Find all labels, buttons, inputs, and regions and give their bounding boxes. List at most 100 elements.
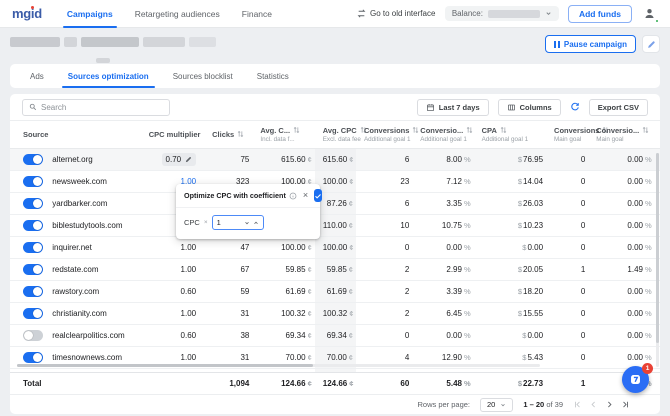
clicks-cell	[204, 368, 252, 372]
conversions-additional-cell: 0	[356, 324, 412, 346]
rows-per-page-select[interactable]: 20	[480, 398, 513, 412]
date-range-picker[interactable]: Last 7 days	[417, 99, 489, 116]
first-page-button[interactable]	[573, 400, 582, 409]
cpc-multiplier[interactable]: 1.00	[181, 309, 197, 318]
avg-cpc-incl-cell: 615.60¢	[252, 148, 314, 170]
vertical-scrollbar[interactable]	[656, 153, 659, 367]
avg-cpc-excl-cell: 100.32¢	[315, 302, 356, 324]
top-nav-tab[interactable]: Finance	[231, 0, 283, 28]
chat-icon	[629, 373, 642, 386]
vertical-scrollbar-thumb[interactable]	[656, 153, 659, 343]
sort-icon[interactable]	[500, 126, 507, 134]
sort-icon[interactable]	[293, 126, 300, 134]
coefficient-input[interactable]	[217, 218, 237, 227]
search-input[interactable]	[41, 103, 163, 112]
cpc-multiplier[interactable]: 0.60	[181, 331, 197, 340]
source-cell	[10, 368, 141, 372]
columns-button[interactable]: Columns	[498, 99, 561, 116]
table-row: redstate.com 1.00 67 59.85¢ 59.85¢	[10, 258, 660, 280]
conversions-main-cell: 0	[546, 170, 588, 192]
top-nav-tab[interactable]: Campaigns	[56, 0, 124, 28]
step-up-icon[interactable]	[253, 220, 259, 226]
campaign-tab[interactable]: Sources blocklist	[161, 64, 245, 88]
cpa-additional-cell: $26.03	[474, 192, 546, 214]
columns-icon	[507, 103, 516, 112]
previous-page-button[interactable]	[589, 400, 598, 409]
source-toggle[interactable]	[23, 264, 43, 275]
table-footer: Rows per page: 20 1 – 20 of 39	[10, 394, 660, 414]
total-cpa-additional: $22.73	[474, 373, 546, 394]
cpc-multiplier[interactable]: 0.60	[181, 287, 197, 296]
step-down-icon[interactable]	[244, 220, 250, 226]
source-toggle[interactable]	[23, 330, 43, 341]
campaign-tab[interactable]: Ads	[18, 64, 56, 88]
source-name: yardbarker.com	[52, 199, 107, 208]
column-header[interactable]: Clicks	[204, 121, 252, 148]
confirm-button[interactable]	[314, 189, 322, 202]
column-header[interactable]: CPA Additional goal 1	[474, 121, 546, 148]
column-header[interactable]: CPC multiplier	[141, 121, 204, 148]
edit-campaign-button[interactable]	[642, 35, 660, 53]
source-cell: realclearpolitics.com	[10, 324, 141, 346]
column-header[interactable]: CPA Main goal	[655, 121, 660, 148]
sort-icon[interactable]	[412, 126, 419, 134]
conversion-rate-additional-cell: 0.00%	[412, 324, 473, 346]
refresh-icon	[570, 102, 580, 112]
column-header[interactable]: Avg. CPC Excl. data fee	[315, 121, 356, 148]
conversion-rate-additional-cell: 8.00%	[412, 148, 473, 170]
avg-cpc-incl-cell: 61.69¢	[252, 280, 314, 302]
sort-icon[interactable]	[237, 130, 244, 138]
add-funds-button[interactable]: Add funds	[568, 5, 632, 23]
horizontal-scrollbar[interactable]	[17, 364, 540, 367]
next-page-button[interactable]	[605, 400, 614, 409]
avg-cpc-excl-cell: ¢	[315, 368, 356, 372]
export-csv-button[interactable]: Export CSV	[589, 99, 648, 116]
column-header[interactable]: Conversio... Main goal	[588, 121, 654, 148]
pause-campaign-button[interactable]: Pause campaign	[545, 35, 636, 53]
column-header[interactable]: Avg. C... Incl. data f...	[252, 121, 314, 148]
info-icon[interactable]	[289, 192, 297, 200]
campaign-tab[interactable]: Statistics	[245, 64, 301, 88]
cpc-multiplier[interactable]: 1.00	[181, 353, 197, 362]
conversion-rate-additional-cell: 6.45%	[412, 302, 473, 324]
column-header[interactable]: Conversio... Additional goal 1	[412, 121, 473, 148]
source-cell: alternet.org	[10, 148, 141, 170]
close-icon[interactable]: ×	[300, 190, 311, 201]
source-toggle[interactable]	[23, 242, 43, 253]
source-toggle[interactable]	[23, 308, 43, 319]
horizontal-scrollbar-thumb[interactable]	[17, 364, 313, 367]
campaign-tab[interactable]: Sources optimization	[56, 64, 161, 88]
source-toggle[interactable]	[23, 154, 43, 165]
chevron-down-icon	[545, 10, 552, 17]
go-to-old-interface-link[interactable]: Go to old interface	[357, 9, 435, 18]
conversions-main-cell	[546, 368, 588, 372]
chat-widget[interactable]: 1	[622, 366, 649, 393]
column-header[interactable]: Conversions Main goal	[546, 121, 588, 148]
total-avg-cpc-excl: 124.66¢	[315, 373, 356, 394]
source-name: timesnownews.com	[52, 353, 122, 362]
cpc-multiplier[interactable]: 0.70	[162, 153, 197, 166]
table-row: christianity.com 1.00 31 100.32¢ 100.32¢	[10, 302, 660, 324]
cpc-multiplier[interactable]: 1.00	[181, 243, 197, 252]
rows-per-page-label: Rows per page:	[417, 400, 470, 409]
source-toggle[interactable]	[23, 176, 43, 187]
source-toggle[interactable]	[23, 220, 43, 231]
sort-icon[interactable]	[642, 126, 649, 134]
top-nav-tab[interactable]: Retargeting audiences	[124, 0, 231, 28]
cpc-multiplier[interactable]: 1.00	[181, 265, 197, 274]
sort-icon[interactable]	[466, 126, 473, 134]
column-header[interactable]: Source	[10, 121, 141, 148]
source-toggle[interactable]	[23, 198, 43, 209]
conversions-main-cell: 1	[546, 258, 588, 280]
refresh-button[interactable]	[570, 102, 580, 112]
balance-dropdown[interactable]: Balance:	[445, 6, 559, 21]
account-menu[interactable]	[641, 5, 658, 22]
column-header[interactable]: Conversions Additional goal 1	[356, 121, 412, 148]
mgid-logo[interactable]: mgid	[12, 7, 42, 20]
source-toggle[interactable]	[23, 352, 43, 363]
total-avg-cpc-incl: 124.66¢	[252, 373, 314, 394]
conversion-rate-main-cell: 0.00%	[588, 280, 654, 302]
last-page-button[interactable]	[621, 400, 630, 409]
source-toggle[interactable]	[23, 286, 43, 297]
cpa-additional-cell: $0.00	[474, 324, 546, 346]
